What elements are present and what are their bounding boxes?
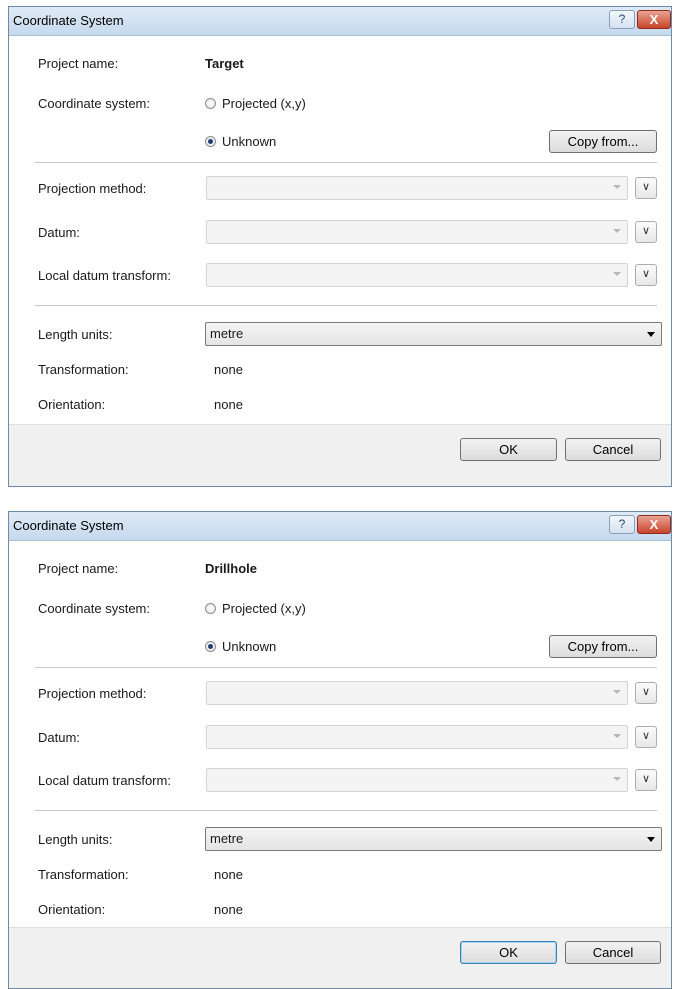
- length-units-label: Length units:: [38, 327, 113, 342]
- double-chevron-down-icon: ∨: [641, 225, 651, 237]
- radio-button-checked-icon: [205, 135, 216, 147]
- datum-expand-button[interactable]: ∨: [635, 726, 657, 748]
- double-chevron-down-icon: ∨: [641, 730, 651, 742]
- datum-expand-button[interactable]: ∨: [635, 221, 657, 243]
- datum-combo[interactable]: [206, 725, 628, 749]
- dialog-footer: OK Cancel: [9, 424, 671, 486]
- double-chevron-down-icon: ∨: [641, 686, 651, 698]
- orientation-value: none: [214, 902, 243, 917]
- help-icon: ?: [618, 517, 626, 531]
- chevron-down-icon: [647, 332, 655, 337]
- local-datum-transform-label: Local datum transform:: [38, 268, 171, 283]
- datum-label: Datum:: [38, 225, 80, 240]
- radio-unknown-label: Unknown: [222, 638, 277, 654]
- datum-label: Datum:: [38, 730, 80, 745]
- double-chevron-down-icon: ∨: [641, 268, 651, 280]
- local-datum-transform-combo[interactable]: [206, 768, 628, 792]
- local-datum-transform-combo[interactable]: [206, 263, 628, 287]
- chevron-down-icon: [613, 734, 621, 738]
- separator: [35, 667, 657, 668]
- close-button[interactable]: X: [637, 515, 671, 534]
- chevron-down-icon: [613, 690, 621, 694]
- radio-unknown-label: Unknown: [222, 133, 277, 149]
- transformation-value: none: [214, 362, 243, 377]
- separator: [35, 810, 657, 811]
- project-name-label: Project name:: [38, 561, 119, 576]
- coordinate-system-label: Coordinate system:: [38, 601, 150, 616]
- length-units-value: metre: [210, 831, 244, 846]
- radio-unknown[interactable]: Unknown: [205, 133, 276, 149]
- chevron-down-icon: [613, 229, 621, 233]
- project-name-value: Target: [205, 56, 244, 71]
- window-title: Coordinate System: [13, 13, 124, 28]
- project-name-label: Project name:: [38, 56, 119, 71]
- local-datum-transform-label: Local datum transform:: [38, 773, 171, 788]
- coordinate-system-dialog: Coordinate System ? X Project name: Dril…: [8, 511, 672, 989]
- dialog-footer: OK Cancel: [9, 927, 671, 988]
- radio-button-icon: [205, 602, 216, 614]
- ok-button[interactable]: OK: [460, 438, 557, 461]
- coordinate-system-label: Coordinate system:: [38, 96, 150, 111]
- local-datum-transform-expand-button[interactable]: ∨: [635, 264, 657, 286]
- ok-button[interactable]: OK: [460, 941, 557, 964]
- chevron-down-icon: [613, 272, 621, 276]
- title-bar: Coordinate System ? X: [9, 7, 671, 36]
- double-chevron-down-icon: ∨: [641, 181, 651, 193]
- double-chevron-down-icon: ∨: [641, 773, 651, 785]
- length-units-select[interactable]: metre: [205, 827, 662, 851]
- close-icon: X: [649, 517, 659, 532]
- projection-method-combo[interactable]: [206, 681, 628, 705]
- cancel-button[interactable]: Cancel: [565, 941, 661, 964]
- chevron-down-icon: [613, 185, 621, 189]
- projection-method-expand-button[interactable]: ∨: [635, 682, 657, 704]
- copy-from-button[interactable]: Copy from...: [549, 130, 657, 153]
- transformation-label: Transformation:: [38, 362, 129, 377]
- length-units-label: Length units:: [38, 832, 113, 847]
- window-title: Coordinate System: [13, 518, 124, 533]
- length-units-select[interactable]: metre: [205, 322, 662, 346]
- radio-button-icon: [205, 97, 216, 109]
- close-icon: X: [649, 12, 659, 27]
- help-button[interactable]: ?: [609, 10, 635, 29]
- coordinate-system-dialog: Coordinate System ? X Project name: Targ…: [8, 6, 672, 487]
- projection-method-label: Projection method:: [38, 686, 147, 701]
- transformation-label: Transformation:: [38, 867, 129, 882]
- radio-projected[interactable]: Projected (x,y): [205, 95, 306, 111]
- title-bar: Coordinate System ? X: [9, 512, 671, 541]
- radio-button-checked-icon: [205, 640, 216, 652]
- close-button[interactable]: X: [637, 10, 671, 29]
- projection-method-expand-button[interactable]: ∨: [635, 177, 657, 199]
- chevron-down-icon: [613, 777, 621, 781]
- local-datum-transform-expand-button[interactable]: ∨: [635, 769, 657, 791]
- radio-projected-label: Projected (x,y): [222, 95, 306, 111]
- transformation-value: none: [214, 867, 243, 882]
- separator: [35, 305, 657, 306]
- separator: [35, 162, 657, 163]
- length-units-value: metre: [210, 326, 244, 341]
- projection-method-combo[interactable]: [206, 176, 628, 200]
- orientation-label: Orientation:: [38, 902, 106, 917]
- orientation-label: Orientation:: [38, 397, 106, 412]
- radio-unknown[interactable]: Unknown: [205, 638, 276, 654]
- project-name-value: Drillhole: [205, 561, 258, 576]
- chevron-down-icon: [647, 837, 655, 842]
- projection-method-label: Projection method:: [38, 181, 147, 196]
- datum-combo[interactable]: [206, 220, 628, 244]
- radio-projected[interactable]: Projected (x,y): [205, 600, 306, 616]
- radio-projected-label: Projected (x,y): [222, 600, 306, 616]
- orientation-value: none: [214, 397, 243, 412]
- help-icon: ?: [618, 12, 626, 26]
- help-button[interactable]: ?: [609, 515, 635, 534]
- cancel-button[interactable]: Cancel: [565, 438, 661, 461]
- copy-from-button[interactable]: Copy from...: [549, 635, 657, 658]
